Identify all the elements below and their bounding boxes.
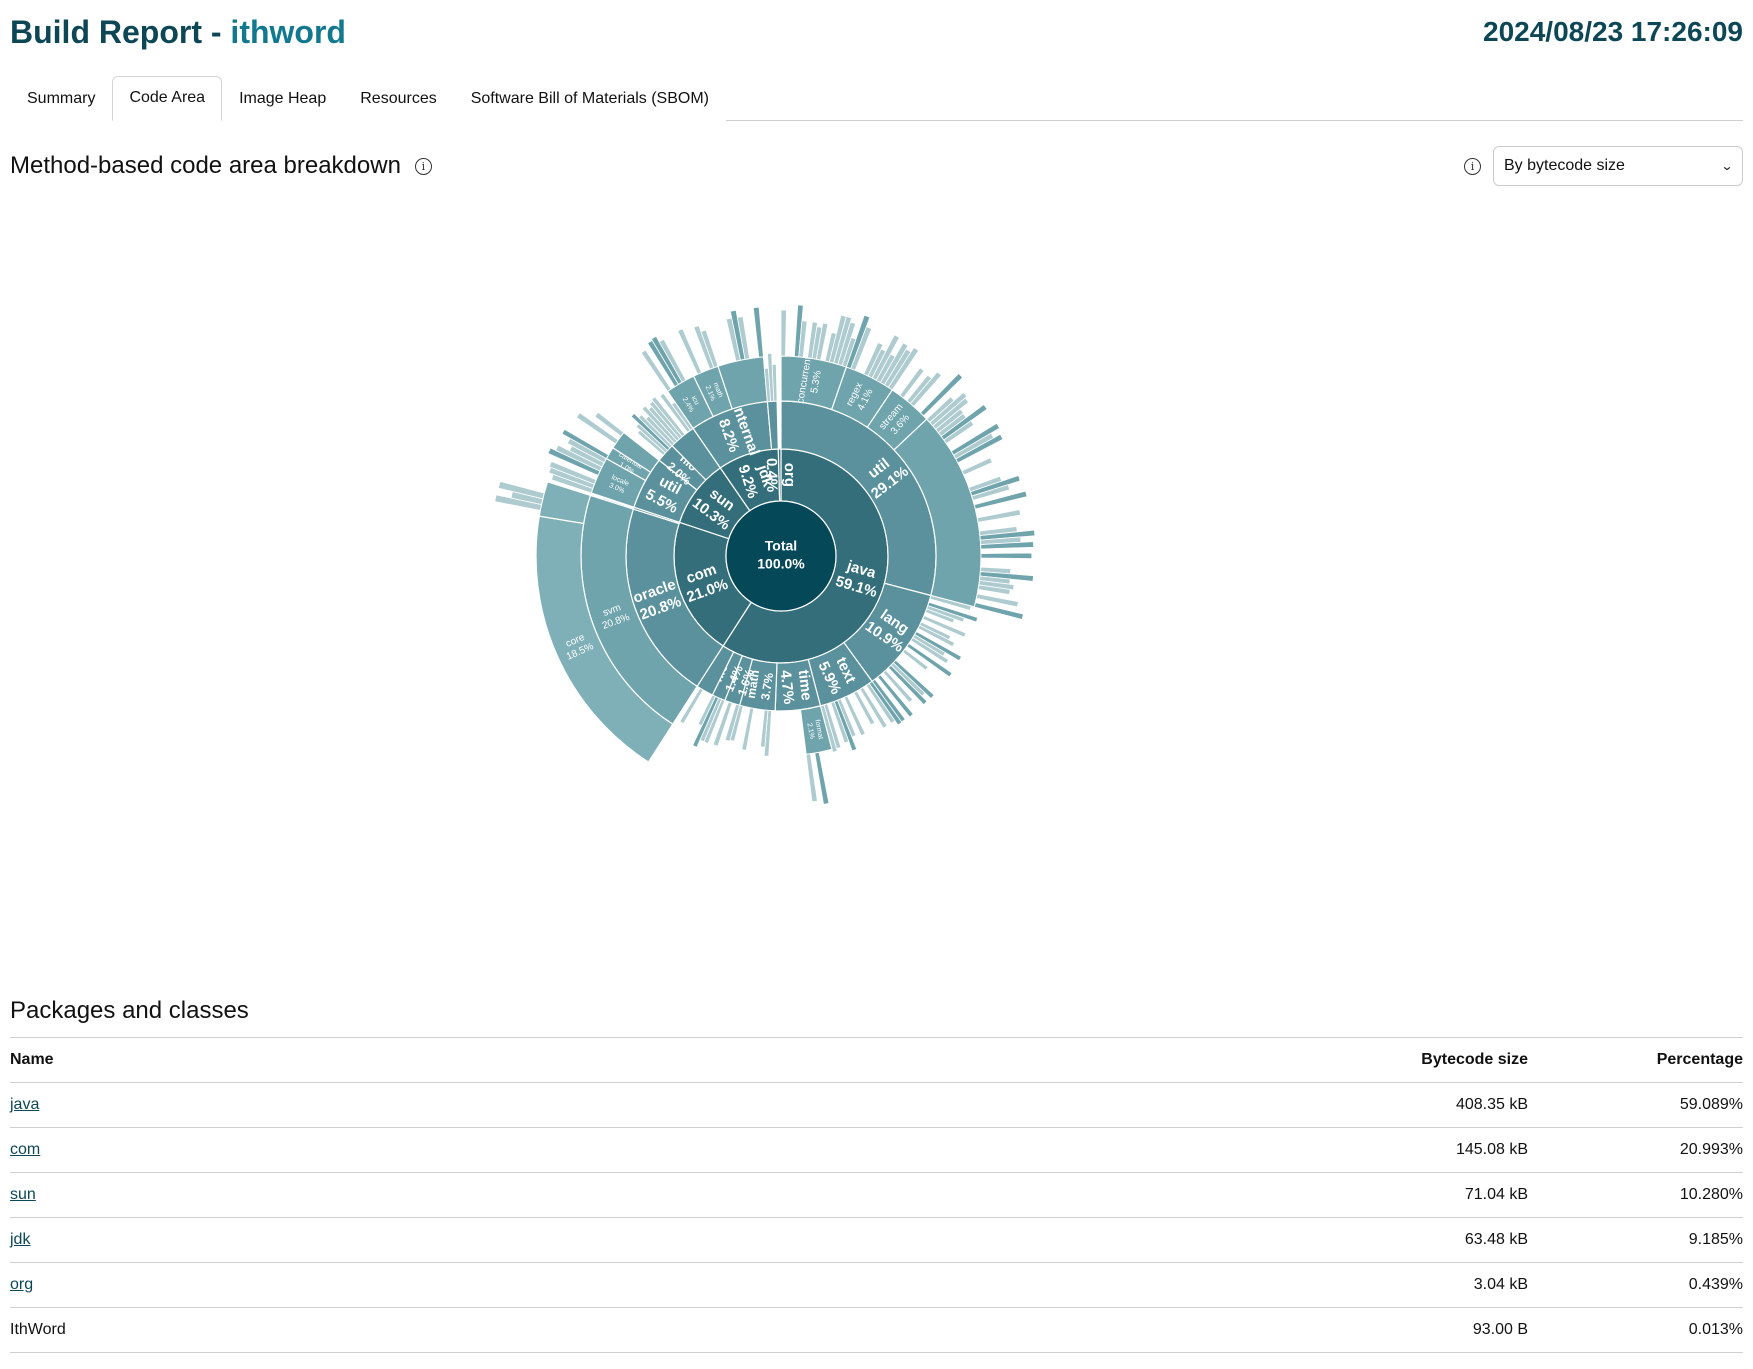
package-link[interactable]: sun (10, 1186, 36, 1203)
package-link[interactable]: com (10, 1141, 40, 1158)
sunburst-fringe-segment[interactable] (650, 335, 683, 385)
package-name-cell: jdk (10, 1217, 1268, 1263)
column-header-name[interactable]: Name (10, 1037, 1268, 1083)
section-title: Method-based code area breakdown (10, 152, 401, 179)
percentage-cell: 0.439% (1528, 1262, 1743, 1308)
app-name: ithword (230, 13, 346, 50)
tab-summary[interactable]: Summary (10, 77, 113, 121)
bytecode-size-cell: 93.00 B (1268, 1307, 1528, 1353)
percentage-cell: 59.089% (1528, 1082, 1743, 1128)
bytecode-size-cell: 71.04 kB (1268, 1172, 1528, 1218)
page-header: Build Report - ithword 2024/08/23 17:26:… (10, 10, 1743, 54)
tab-sbom[interactable]: Software Bill of Materials (SBOM) (453, 77, 726, 121)
sunburst-fringe-segment[interactable] (752, 306, 764, 358)
table-row: com 145.08 kB 20.993% (10, 1127, 1743, 1173)
percentage-cell: 20.993% (1528, 1127, 1743, 1173)
table-header-row: Name Bytecode size Percentage (10, 1037, 1743, 1083)
chart-controls: i By bytecode size ⌄ (1464, 146, 1743, 186)
tab-bar: Summary Code Area Image Heap Resources S… (10, 74, 1743, 121)
sunburst-center[interactable] (725, 500, 837, 612)
tab-image-heap[interactable]: Image Heap (222, 77, 344, 121)
sunburst-fringe-segment[interactable] (976, 509, 1022, 523)
table-row: sun 71.04 kB 10.280% (10, 1172, 1743, 1218)
table-row: IthWord 93.00 B 0.013% (10, 1307, 1743, 1353)
tab-resources[interactable]: Resources (343, 77, 454, 121)
info-circle-icon[interactable]: i (414, 157, 432, 175)
sort-mode-value: By bytecode size (1504, 157, 1625, 174)
sunburst-fringe-segment[interactable] (961, 457, 993, 476)
column-header-bytecode-size[interactable]: Bytecode size (1268, 1037, 1528, 1083)
title-prefix: Build Report - (10, 13, 231, 50)
package-name-cell: sun (10, 1172, 1268, 1218)
package-name-cell: IthWord (10, 1307, 1268, 1353)
class-name: IthWord (10, 1321, 66, 1338)
sunburst-fringe-segment[interactable] (741, 707, 755, 751)
packages-table: Name Bytecode size Percentage java 408.35… (10, 1037, 1743, 1353)
package-link[interactable]: jdk (10, 1231, 30, 1248)
chevron-down-icon: ⌄ (1720, 159, 1734, 173)
tab-code-area[interactable]: Code Area (112, 76, 223, 121)
column-header-percentage[interactable]: Percentage (1528, 1037, 1743, 1083)
bytecode-size-cell: 63.48 kB (1268, 1217, 1528, 1263)
sunburst-chart: java59.1%util29.1%concurrent5.3% regex4.1… (494, 304, 1036, 805)
sort-mode-select[interactable]: By bytecode size ⌄ (1493, 146, 1743, 186)
percentage-cell: 0.013% (1528, 1307, 1743, 1353)
table-row: org 3.04 kB 0.439% (10, 1262, 1743, 1308)
bytecode-size-cell: 3.04 kB (1268, 1262, 1528, 1308)
section-header: Method-based code area breakdown i (10, 152, 432, 180)
package-name-cell: org (10, 1262, 1268, 1308)
percentage-cell: 10.280% (1528, 1172, 1743, 1218)
page-title: Build Report - ithword (10, 14, 346, 51)
package-name-cell: java (10, 1082, 1268, 1128)
package-name-cell: com (10, 1127, 1268, 1173)
info-circle-icon[interactable]: i (1464, 157, 1481, 175)
packages-title: Packages and classes (10, 997, 249, 1024)
percentage-cell: 9.185% (1528, 1217, 1743, 1263)
sunburst-fringe-segment[interactable] (780, 309, 787, 357)
bytecode-size-cell: 145.08 kB (1268, 1127, 1528, 1173)
table-row: java 408.35 kB 59.089% (10, 1082, 1743, 1128)
bytecode-size-cell: 408.35 kB (1268, 1082, 1528, 1128)
package-link[interactable]: java (10, 1096, 39, 1113)
table-row: jdk 63.48 kB 9.185% (10, 1217, 1743, 1263)
build-timestamp: 2024/08/23 17:26:09 (1483, 16, 1743, 47)
package-link[interactable]: org (10, 1276, 33, 1293)
sunburst-fringe-segment[interactable] (890, 662, 926, 697)
sunburst-fringe-segment[interactable] (980, 552, 1033, 559)
